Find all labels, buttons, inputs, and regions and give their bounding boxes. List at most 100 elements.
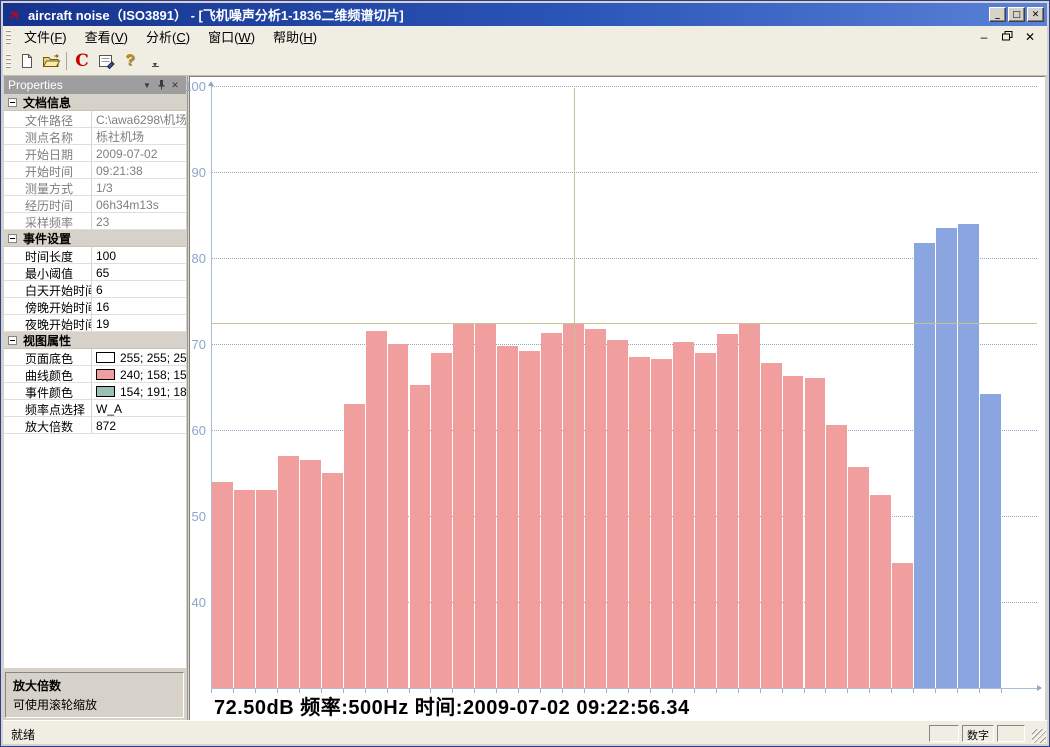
property-value[interactable]: W_A xyxy=(92,400,186,416)
event-bar[interactable] xyxy=(936,228,957,688)
property-row[interactable]: 傍晚开始时间16 xyxy=(4,298,186,315)
property-group-header[interactable]: 文档信息 xyxy=(4,94,186,111)
maximize-button[interactable]: □ xyxy=(1008,7,1025,22)
spectrum-bar[interactable] xyxy=(848,467,869,688)
property-row[interactable]: 文件路径C:\awa6298\机场 xyxy=(4,111,186,128)
property-value[interactable]: 240; 158; 15 xyxy=(92,366,186,382)
menu-item-window[interactable]: 窗口(W) xyxy=(199,25,264,48)
property-row[interactable]: 放大倍数872 xyxy=(4,417,186,434)
collapse-icon[interactable] xyxy=(8,336,17,345)
property-value[interactable]: 09:21:38 xyxy=(92,162,186,178)
spectrum-bar[interactable] xyxy=(651,359,672,688)
property-group-header[interactable]: 视图属性 xyxy=(4,332,186,349)
new-document-button[interactable] xyxy=(15,50,39,72)
spectrum-bar[interactable] xyxy=(278,456,299,688)
spectrum-bar[interactable] xyxy=(870,495,891,689)
collapse-icon[interactable] xyxy=(8,234,17,243)
menu-item-file[interactable]: 文件(F) xyxy=(15,25,76,48)
property-row[interactable]: 开始时间09:21:38 xyxy=(4,162,186,179)
spectrum-bar[interactable] xyxy=(234,490,255,688)
spectrum-bar[interactable] xyxy=(739,323,760,688)
spectrum-bar[interactable] xyxy=(585,329,606,688)
spectrum-bar[interactable] xyxy=(453,324,474,688)
menu-item-help[interactable]: 帮助(H) xyxy=(264,25,326,48)
c-weighting-button[interactable]: C xyxy=(70,50,94,72)
spectrum-bar[interactable] xyxy=(366,331,387,688)
property-row[interactable]: 经历时间06h34m13s xyxy=(4,196,186,213)
event-bar[interactable] xyxy=(958,224,979,688)
property-value[interactable]: 16 xyxy=(92,298,186,314)
property-value[interactable]: 65 xyxy=(92,264,186,280)
resize-grip[interactable] xyxy=(1032,729,1046,743)
spectrum-bar[interactable] xyxy=(607,340,628,688)
property-group-header[interactable]: 事件设置 xyxy=(4,230,186,247)
spectrum-bar[interactable] xyxy=(717,334,738,688)
spectrum-bar[interactable] xyxy=(892,563,913,688)
menu-item-view[interactable]: 查看(V) xyxy=(76,25,137,48)
mdi-close-button[interactable]: ✕ xyxy=(1023,31,1037,43)
spectrum-bar[interactable] xyxy=(783,376,804,688)
menu-item-analysis[interactable]: 分析(C) xyxy=(137,25,199,48)
event-bar[interactable] xyxy=(914,243,935,688)
property-value[interactable]: 872 xyxy=(92,417,186,433)
property-value[interactable]: 154; 191; 18 xyxy=(92,383,186,399)
close-button[interactable]: ✕ xyxy=(1027,7,1044,22)
property-row[interactable]: 测点名称栎社机场 xyxy=(4,128,186,145)
spectrum-bar[interactable] xyxy=(212,482,233,688)
event-bar[interactable] xyxy=(980,394,1001,688)
spectrum-bar[interactable] xyxy=(388,344,409,688)
spectrum-bar[interactable] xyxy=(761,363,782,688)
property-value[interactable]: 2009-07-02 xyxy=(92,145,186,161)
open-file-button[interactable] xyxy=(39,50,63,72)
spectrum-bar[interactable] xyxy=(497,346,518,688)
property-row[interactable]: 采样频率23 xyxy=(4,213,186,230)
spectrum-bar[interactable] xyxy=(410,385,431,688)
spectrum-chart[interactable]: 72.50dB 频率:500Hz 时间:2009-07-02 09:22:56.… xyxy=(189,76,1045,722)
property-row[interactable]: 测量方式1/3 xyxy=(4,179,186,196)
panel-menu-dropdown[interactable]: ▼ xyxy=(140,81,154,90)
mdi-restore-icon[interactable] xyxy=(1000,31,1014,43)
property-value[interactable]: 255; 255; 25 xyxy=(92,349,186,365)
spectrum-bar[interactable] xyxy=(475,323,496,688)
property-value[interactable]: 栎社机场 xyxy=(92,128,186,144)
property-value[interactable]: 6 xyxy=(92,281,186,297)
toolbar-grip-handle[interactable] xyxy=(6,54,11,68)
collapse-icon[interactable] xyxy=(8,98,17,107)
menu-grip-handle[interactable] xyxy=(6,30,11,44)
property-row[interactable]: 最小阈值65 xyxy=(4,264,186,281)
spectrum-bar[interactable] xyxy=(673,342,694,688)
spectrum-bar[interactable] xyxy=(256,490,277,688)
property-row[interactable]: 曲线颜色240; 158; 15 xyxy=(4,366,186,383)
minimize-button[interactable]: _ xyxy=(989,7,1006,22)
properties-dialog-button[interactable] xyxy=(94,50,118,72)
property-value[interactable]: 23 xyxy=(92,213,186,229)
property-value[interactable]: 06h34m13s xyxy=(92,196,186,212)
spectrum-bar[interactable] xyxy=(629,357,650,688)
spectrum-bar[interactable] xyxy=(431,353,452,688)
x-axis-tick xyxy=(518,689,519,693)
property-row[interactable]: 时间长度100 xyxy=(4,247,186,264)
pin-icon[interactable] xyxy=(154,79,168,92)
property-row[interactable]: 开始日期2009-07-02 xyxy=(4,145,186,162)
mdi-minimize-button[interactable]: – xyxy=(977,31,991,43)
property-value[interactable]: 1/3 xyxy=(92,179,186,195)
spectrum-bar[interactable] xyxy=(826,425,847,688)
property-row[interactable]: 事件颜色154; 191; 18 xyxy=(4,383,186,400)
property-row[interactable]: 白天开始时间6 xyxy=(4,281,186,298)
property-value[interactable]: 19 xyxy=(92,315,186,331)
property-value[interactable]: C:\awa6298\机场 xyxy=(92,111,186,127)
spectrum-bar[interactable] xyxy=(344,404,365,688)
spectrum-bar[interactable] xyxy=(322,473,343,688)
spectrum-bar[interactable] xyxy=(541,333,562,688)
property-value[interactable]: 100 xyxy=(92,247,186,263)
x-axis-tick xyxy=(825,689,826,693)
spectrum-bar[interactable] xyxy=(300,460,321,688)
toolbar-overflow-button[interactable]: ▼ xyxy=(148,50,162,72)
property-row[interactable]: 页面底色255; 255; 25 xyxy=(4,349,186,366)
help-button[interactable]: ? xyxy=(118,50,142,72)
spectrum-bar[interactable] xyxy=(805,378,826,688)
spectrum-bar[interactable] xyxy=(695,353,716,688)
property-row[interactable]: 频率点选择W_A xyxy=(4,400,186,417)
property-row[interactable]: 夜晚开始时间19 xyxy=(4,315,186,332)
spectrum-bar[interactable] xyxy=(519,351,540,688)
